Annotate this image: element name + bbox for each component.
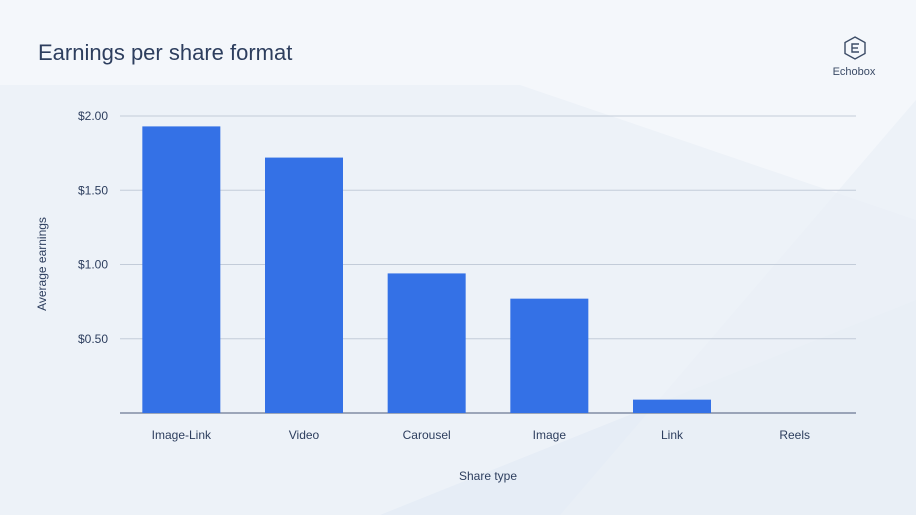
- y-tick-label: $1.00: [78, 258, 108, 272]
- bar-carousel: [387, 273, 466, 413]
- x-tick-label: Image: [533, 428, 567, 442]
- bar-image-link: [142, 126, 221, 414]
- y-tick-label: $0.50: [78, 332, 108, 346]
- bar-chart: $0.50 $1.00 $1.50 $2.00 Image-Link Video Carou…: [35, 109, 856, 483]
- y-tick-label: $1.50: [78, 183, 108, 197]
- x-tick-label: Reels: [779, 428, 810, 442]
- x-tick-label: Video: [289, 428, 320, 442]
- x-tick-label: Link: [661, 428, 684, 442]
- bar-video: [265, 157, 343, 413]
- x-tick-label: Image-Link: [152, 428, 212, 442]
- y-tick-label: $2.00: [78, 109, 108, 123]
- bar-image: [510, 298, 589, 413]
- bar-link: [633, 399, 711, 413]
- y-axis-title: Average earnings: [35, 217, 49, 311]
- x-tick-label: Carousel: [403, 428, 451, 442]
- x-axis-title: Share type: [459, 469, 517, 483]
